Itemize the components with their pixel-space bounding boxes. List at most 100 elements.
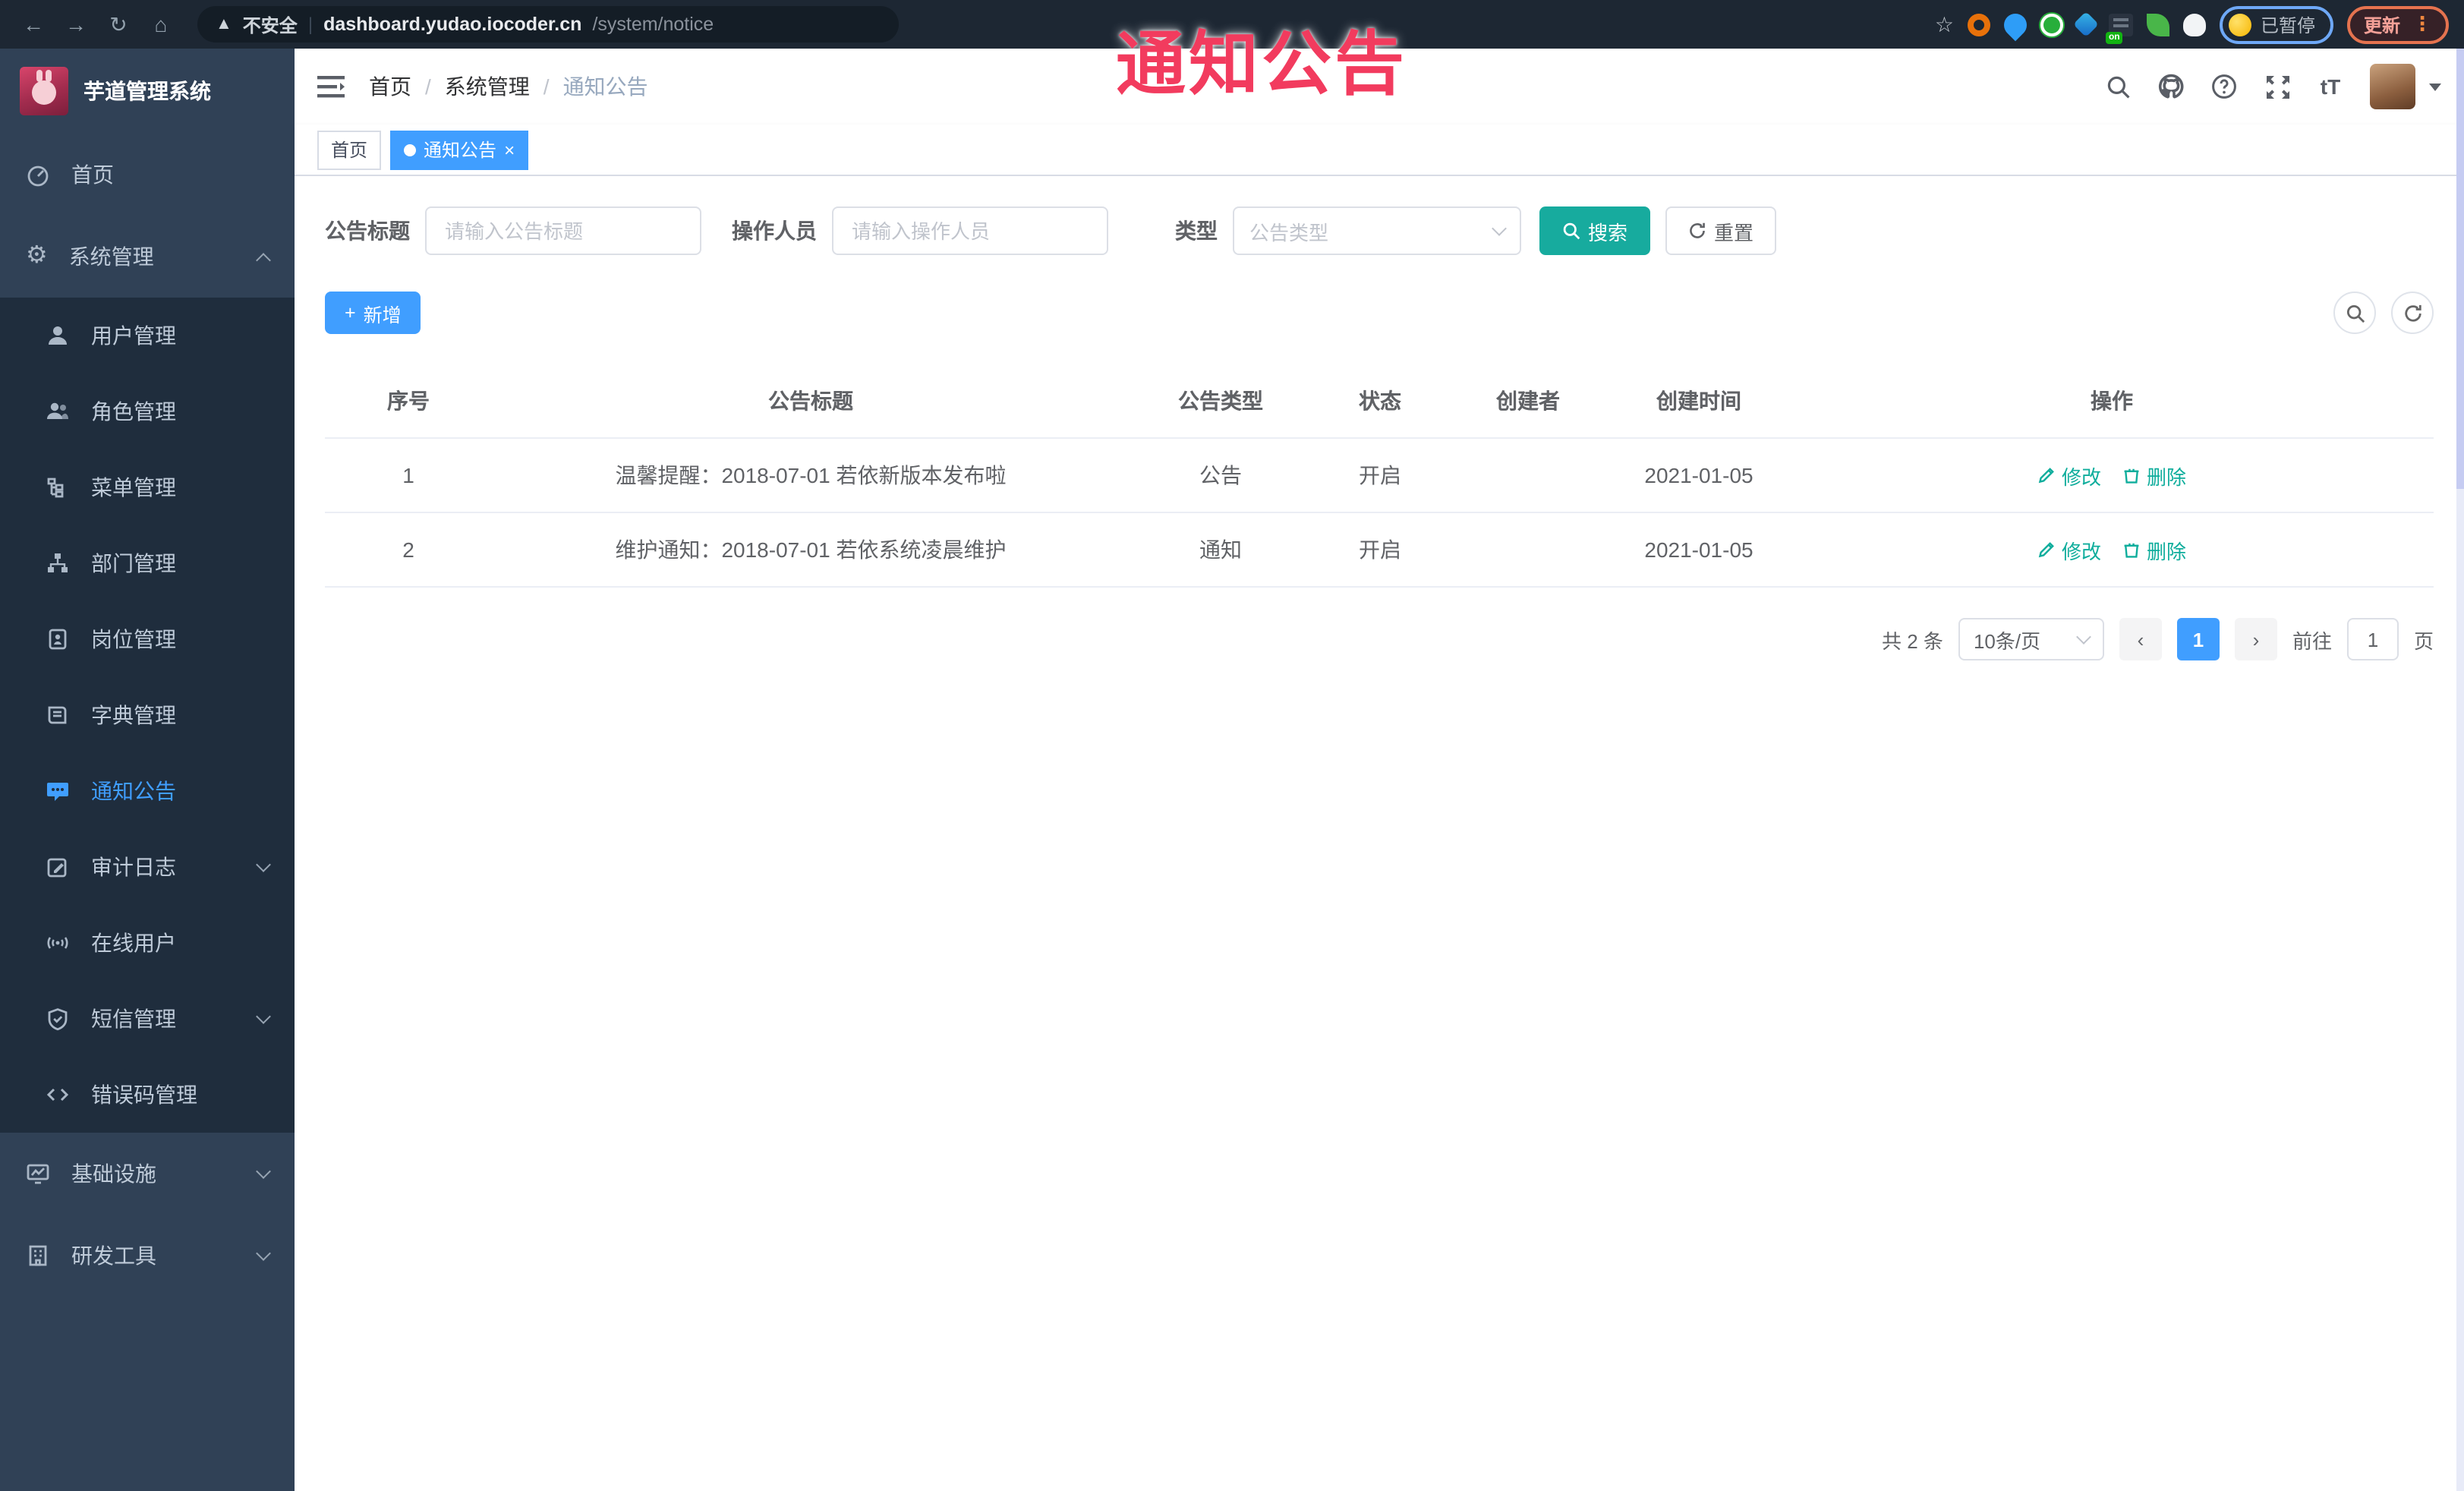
- sidebar-item-dict[interactable]: 字典管理: [0, 677, 295, 753]
- breadcrumb-section[interactable]: 系统管理: [445, 71, 530, 102]
- code-icon: [46, 1083, 70, 1107]
- prev-page-button[interactable]: ‹: [2119, 618, 2162, 660]
- browser-window: ← → ↻ ⌂ ▲ 不安全 | dashboard.yudao.iocoder.…: [0, 0, 2464, 1491]
- sidebar-item-label: 用户管理: [91, 323, 176, 348]
- sidebar-item-roles[interactable]: 角色管理: [0, 374, 295, 449]
- add-button[interactable]: + 新增: [325, 292, 421, 334]
- avatar-caret-icon[interactable]: [2429, 83, 2441, 90]
- reset-button[interactable]: 重置: [1665, 206, 1777, 255]
- breadcrumb-separator: /: [425, 74, 431, 99]
- extension-leaf-icon[interactable]: [2146, 13, 2169, 36]
- search-button-label: 搜索: [1588, 221, 1628, 244]
- page-scrollbar[interactable]: [2456, 49, 2464, 1491]
- breadcrumb-home[interactable]: 首页: [369, 71, 411, 102]
- page-suffix-label: 页: [2413, 629, 2434, 652]
- forward-icon[interactable]: →: [58, 0, 94, 49]
- sidebar-item-infrastructure[interactable]: 基础设施: [0, 1133, 295, 1215]
- type-select-placeholder: 公告类型: [1249, 221, 1329, 244]
- home-icon[interactable]: ⌂: [143, 0, 179, 49]
- delete-link[interactable]: 删除: [2122, 535, 2186, 564]
- hamburger-icon[interactable]: [317, 74, 345, 99]
- total-count: 共 2 条: [1882, 629, 1943, 652]
- cell-index: 1: [402, 463, 414, 487]
- edit-icon: [2038, 542, 2054, 558]
- sidebar-item-online-users[interactable]: 在线用户: [0, 905, 295, 981]
- extension-green-icon[interactable]: [2040, 13, 2063, 36]
- emoji-face-icon: [2228, 13, 2251, 36]
- github-icon[interactable]: [2157, 73, 2185, 100]
- cell-created-at: 2021-01-05: [1644, 463, 1753, 487]
- user-icon: [49, 326, 67, 345]
- extension-switch-icon[interactable]: on: [2105, 13, 2133, 43]
- sidebar-item-users[interactable]: 用户管理: [0, 298, 295, 374]
- book-icon: [46, 703, 70, 727]
- edit-link[interactable]: 修改: [2037, 535, 2101, 564]
- title-filter-input[interactable]: [425, 206, 701, 255]
- sidebar-item-dev-tools[interactable]: 研发工具: [0, 1215, 295, 1297]
- sidebar-item-system[interactable]: ⚙ 系统管理: [0, 216, 295, 298]
- tab-notice[interactable]: 通知公告 ×: [390, 130, 529, 169]
- search-button[interactable]: 搜索: [1539, 206, 1651, 255]
- back-icon[interactable]: ←: [15, 0, 52, 49]
- security-label[interactable]: 不安全: [243, 11, 298, 37]
- warning-icon: ▲: [216, 15, 232, 33]
- update-label[interactable]: 更新: [2364, 11, 2400, 37]
- sidebar-item-departments[interactable]: 部门管理: [0, 525, 295, 601]
- url-path: /system/notice: [592, 14, 714, 35]
- sidebar-item-label: 首页: [71, 162, 114, 187]
- extension-ghost-icon[interactable]: [2182, 13, 2206, 36]
- edit-link[interactable]: 修改: [2037, 461, 2101, 490]
- extension-donut-icon[interactable]: [1967, 13, 1990, 36]
- chevron-down-icon: [2076, 629, 2091, 645]
- close-icon[interactable]: ×: [504, 140, 515, 159]
- sidebar-item-sms[interactable]: 短信管理: [0, 981, 295, 1057]
- add-button-label: 新增: [363, 304, 402, 326]
- sidebar-item-label: 系统管理: [68, 244, 154, 269]
- tab-home[interactable]: 首页: [317, 130, 382, 169]
- refresh-table-button[interactable]: [2391, 292, 2434, 334]
- type-select[interactable]: 公告类型: [1233, 206, 1521, 255]
- reload-icon[interactable]: ↻: [100, 0, 137, 49]
- sidebar-item-error-codes[interactable]: 错误码管理: [0, 1057, 295, 1133]
- chevron-down-icon: [256, 1164, 271, 1179]
- gear-icon: ⚙: [26, 243, 48, 269]
- goto-page-input[interactable]: [2346, 618, 2399, 660]
- extension-drop-icon[interactable]: [1999, 8, 2032, 41]
- cell-status: 开启: [1359, 537, 1401, 562]
- paused-label: 已暂停: [2260, 14, 2315, 36]
- extension-gem-icon[interactable]: [2072, 11, 2099, 37]
- next-page-button[interactable]: ›: [2234, 618, 2277, 660]
- col-header-index: 序号: [387, 389, 430, 413]
- operator-filter-input[interactable]: [832, 206, 1108, 255]
- chevron-down-icon: [256, 857, 271, 872]
- page-number-button[interactable]: 1: [2176, 618, 2220, 660]
- table-tools: [2333, 292, 2434, 334]
- bookmark-star-icon[interactable]: ☆: [1935, 11, 1954, 37]
- sidebar-item-label: 审计日志: [91, 855, 176, 879]
- dashboard-icon: [26, 162, 50, 187]
- sidebar-item-notice[interactable]: 通知公告: [0, 753, 295, 829]
- type-filter-label: 类型: [1175, 219, 1218, 243]
- tab-label: 通知公告: [424, 140, 497, 161]
- profile-paused-chip[interactable]: 已暂停: [2219, 5, 2333, 43]
- sidebar-item-audit-log[interactable]: 审计日志: [0, 829, 295, 905]
- browser-menu-icon[interactable]: ⋮: [2412, 12, 2432, 36]
- font-size-icon[interactable]: tT: [2317, 73, 2344, 100]
- users-icon: [47, 402, 68, 419]
- sidebar-logo-row[interactable]: 芋道管理系统: [0, 49, 295, 134]
- help-icon[interactable]: [2210, 73, 2238, 100]
- delete-link[interactable]: 删除: [2122, 461, 2186, 490]
- sidebar-item-home[interactable]: 首页: [0, 134, 295, 216]
- search-icon[interactable]: [2104, 73, 2132, 100]
- pagination: 共 2 条 10条/页 ‹ 1 › 前往 页: [325, 618, 2434, 660]
- sidebar-item-menus[interactable]: 菜单管理: [0, 449, 295, 525]
- sidebar-item-posts[interactable]: 岗位管理: [0, 601, 295, 677]
- scrollbar-thumb[interactable]: [2456, 49, 2464, 489]
- fullscreen-icon[interactable]: [2264, 73, 2291, 100]
- toggle-search-button[interactable]: [2333, 292, 2376, 334]
- page-size-select[interactable]: 10条/页: [1958, 618, 2104, 660]
- address-bar[interactable]: ▲ 不安全 | dashboard.yudao.iocoder.cn/syste…: [197, 6, 899, 43]
- goto-label: 前往: [2292, 629, 2332, 652]
- avatar[interactable]: [2370, 64, 2415, 109]
- browser-update-chip[interactable]: 更新 ⋮: [2346, 5, 2449, 43]
